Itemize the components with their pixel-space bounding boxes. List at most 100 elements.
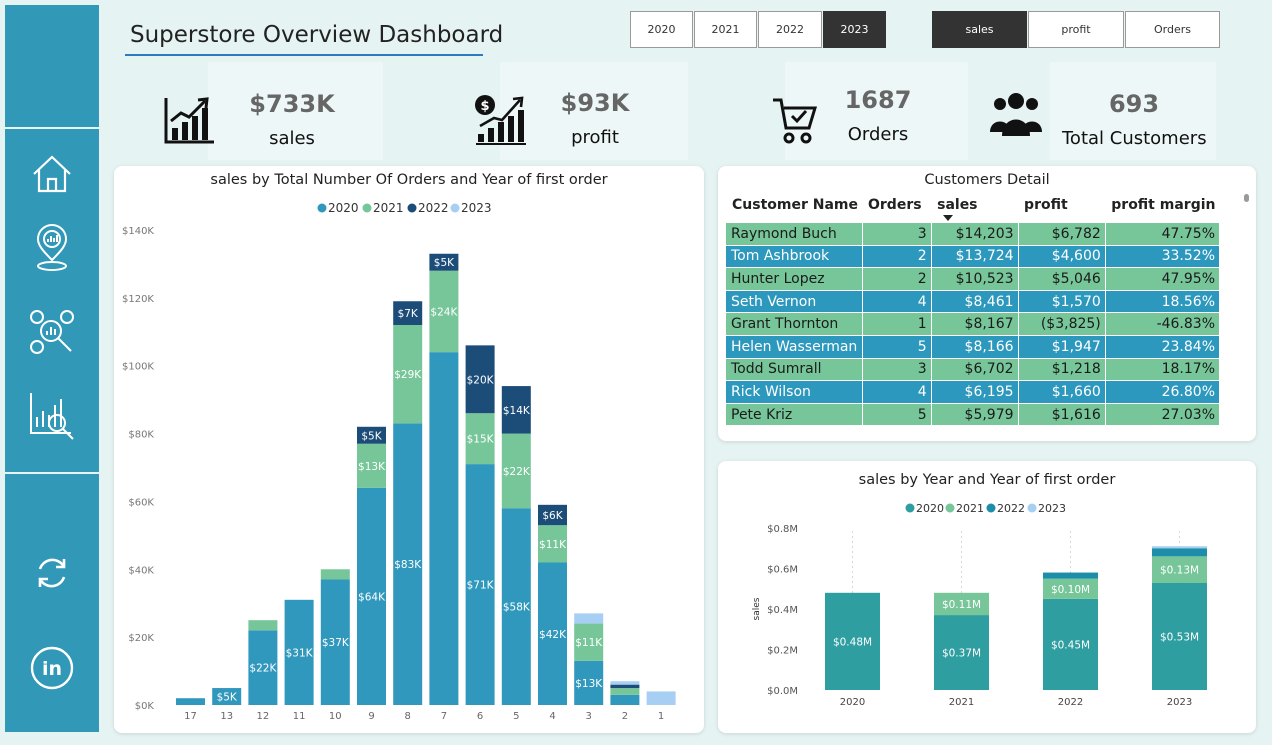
bar-data-label: $83K (394, 559, 422, 571)
cell-profit: $1,616 (1018, 403, 1106, 427)
bar-segment-12-2021[interactable] (248, 620, 278, 631)
bar-segment-1-2023[interactable] (646, 691, 676, 705)
y-tick-label: $40K (128, 565, 154, 576)
legend-label-2020: 2020 (916, 502, 944, 515)
cell-name: Rick Wilson (726, 380, 863, 404)
table-row[interactable]: Todd Sumrall 3 $6,702 $1,218 18.17% (726, 358, 1221, 382)
bar-data-label: $31K (286, 647, 314, 659)
y-tick-label: $120K (122, 294, 154, 305)
cell-margin: 47.75% (1105, 223, 1221, 246)
bar-segment-2023-2023[interactable] (1152, 546, 1207, 549)
cell-profit: $1,660 (1018, 380, 1106, 404)
col-sales[interactable]: sales (931, 193, 1018, 223)
legend-marker-2021 (362, 203, 372, 213)
table-row[interactable]: Grant Thornton 1 $8,167 ($3,825) -46.83% (726, 312, 1221, 336)
cell-orders: 3 (862, 358, 932, 382)
bar-segment-2-2021[interactable] (610, 688, 640, 695)
bar-data-label: $37K (322, 637, 350, 649)
cell-sales: $6,702 (931, 358, 1019, 382)
cell-sales: $8,167 (931, 312, 1019, 336)
year-chart-card: sales by Year and Year of first order 20… (718, 461, 1256, 733)
bar-data-label: $0.13M (1160, 565, 1199, 577)
bar-data-label: $11K (575, 637, 603, 649)
svg-text:in: in (42, 658, 62, 680)
title-box: Superstore Overview Dashboard (125, 12, 503, 58)
linkedin-icon[interactable]: in (27, 643, 77, 693)
bar-segment-17-2020[interactable] (176, 698, 205, 705)
y-tick-label: $0.4M (767, 605, 798, 616)
bar-data-label: $0.11M (942, 599, 981, 611)
cell-name: Helen Wasserman (726, 335, 863, 359)
cell-name: Todd Sumrall (726, 358, 863, 382)
kpi-sales-label: sales (269, 128, 315, 149)
bar-segment-2022-2022[interactable] (1043, 572, 1098, 579)
bar-data-label: $15K (467, 434, 495, 446)
bar-segment-2-2020[interactable] (610, 694, 640, 705)
cell-margin: -46.83% (1105, 312, 1221, 336)
table-row[interactable]: Pete Kriz 5 $5,979 $1,616 27.03% (726, 403, 1221, 427)
table-scrollbar-thumb[interactable] (1244, 194, 1249, 202)
kpi-orders-value: 1687 (844, 86, 912, 114)
year-filter-2022[interactable]: 2022 (758, 11, 822, 48)
customer-analysis-icon[interactable] (27, 307, 77, 357)
cell-name: Tom Ashbrook (726, 245, 863, 269)
year-filter-2023[interactable]: 2023 (823, 11, 886, 48)
cell-orders: 5 (862, 335, 932, 359)
bar-data-label: $5K (434, 257, 455, 269)
page-title: Superstore Overview Dashboard (130, 22, 504, 48)
y-tick-label: $0K (135, 701, 155, 712)
measure-filter-sales[interactable]: sales (932, 11, 1027, 48)
cell-name: Raymond Buch (726, 223, 863, 246)
x-tick-label: 4 (549, 711, 555, 722)
kpi-sales-value: $733K (249, 90, 335, 118)
col-orders[interactable]: Orders (862, 193, 931, 223)
map-pin-icon[interactable] (27, 223, 77, 273)
cell-margin: 47.95% (1105, 267, 1221, 291)
measure-filter-profit[interactable]: profit (1028, 11, 1124, 48)
cell-orders: 5 (862, 403, 932, 427)
cell-profit: ($3,825) (1018, 312, 1106, 336)
table-row[interactable]: Helen Wasserman 5 $8,166 $1,947 23.84% (726, 335, 1221, 359)
main-chart: 2020 2021 2022 2023 $0K $20K $40K $60K $80K $100K… (122, 201, 676, 722)
x-tick-label: 5 (513, 711, 519, 722)
measure-filter-orders[interactable]: Orders (1125, 11, 1220, 48)
y-tick-label: $140K (122, 226, 154, 237)
bar-data-label: $58K (503, 602, 531, 614)
bar-segment-3-2023[interactable] (574, 613, 604, 624)
bar-segment-2-2023[interactable] (610, 681, 640, 685)
x-tick-label: 2022 (1058, 697, 1083, 708)
year-filter-2020[interactable]: 2020 (630, 11, 693, 48)
table-row[interactable]: Tom Ashbrook 2 $13,724 $4,600 33.52% (726, 245, 1221, 269)
bar-segment-7-2020[interactable] (429, 352, 459, 705)
bar-segment-2-2022[interactable] (610, 684, 640, 689)
cell-margin: 23.84% (1105, 335, 1221, 359)
col-customer-name[interactable]: Customer Name (726, 193, 862, 223)
x-tick-label: 2021 (949, 697, 974, 708)
table-row[interactable]: Hunter Lopez 2 $10,523 $5,046 47.95% (726, 267, 1221, 291)
table-row[interactable]: Rick Wilson 4 $6,195 $1,660 26.80% (726, 380, 1221, 404)
bar-data-label: $64K (358, 591, 386, 603)
cart-icon (773, 98, 818, 144)
kpi-customers-label: Total Customers (1062, 128, 1207, 149)
year-filter-2021[interactable]: 2021 (694, 11, 757, 48)
report-search-icon[interactable] (27, 390, 77, 440)
bar-data-label: $0.45M (1051, 639, 1090, 651)
home-icon[interactable] (27, 149, 77, 199)
col-profit[interactable]: profit (1018, 193, 1105, 223)
y-tick-label: $100K (122, 362, 154, 373)
col-profit-margin[interactable]: profit margin (1105, 193, 1219, 223)
customers-group-icon (990, 93, 1042, 136)
bar-segment-10-2021[interactable] (320, 569, 350, 580)
cell-orders: 1 (862, 312, 932, 336)
bar-data-label: $0.37M (942, 648, 981, 660)
bar-segment-2023-2022[interactable] (1152, 548, 1207, 557)
legend-label-2022: 2022 (997, 502, 1025, 515)
table-row[interactable]: Seth Vernon 4 $8,461 $1,570 18.56% (726, 290, 1221, 314)
bar-data-label: $5K (361, 430, 382, 442)
y-tick-label: $60K (128, 497, 154, 508)
x-tick-label: 3 (586, 711, 592, 722)
refresh-icon[interactable] (27, 548, 77, 598)
legend-label-2020: 2020 (328, 201, 359, 215)
table-row[interactable]: Raymond Buch 3 $14,203 $6,782 47.75% (726, 223, 1221, 246)
cell-sales: $13,724 (931, 245, 1019, 269)
